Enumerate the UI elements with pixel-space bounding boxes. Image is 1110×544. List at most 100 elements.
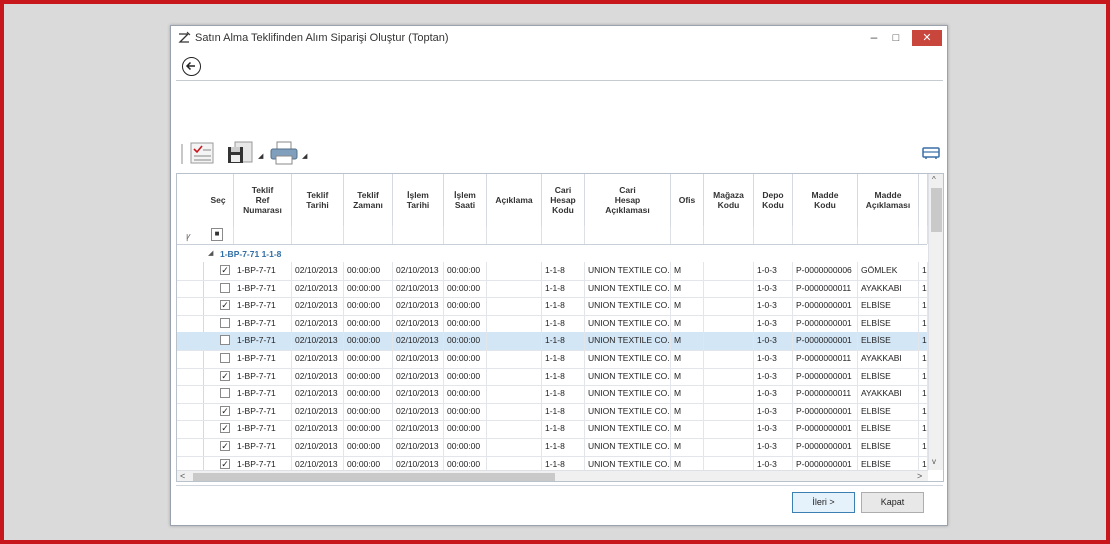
cell-tarih: 02/10/2013: [292, 385, 344, 403]
filter-cell-maddeacik[interactable]: [858, 226, 919, 244]
save-icon[interactable]: [226, 140, 254, 166]
cell-ofis: M: [671, 438, 704, 456]
filter-cell-tarih[interactable]: [292, 226, 344, 244]
row-select-checkbox[interactable]: ✓: [220, 405, 230, 416]
column-header-aciklama[interactable]: Açıklama: [487, 174, 542, 226]
vertical-scrollbar[interactable]: ^ v: [928, 174, 943, 470]
cell-itarih: 02/10/2013: [393, 385, 444, 403]
filter-cell-depo[interactable]: [754, 226, 793, 244]
close-window-button[interactable]: ✕: [912, 30, 942, 46]
column-header-cariacik[interactable]: Cari Hesap Açıklaması: [585, 174, 671, 226]
close-button[interactable]: Kapat: [861, 492, 924, 513]
table-row[interactable]: ✓ 1-BP-7-71 02/10/2013 00:00:00 02/10/2013 00…: [177, 402, 928, 422]
column-header-magaza[interactable]: Mağaza Kodu: [704, 174, 754, 226]
table-row[interactable]: 1-BP-7-71 02/10/2013 00:00:00 02/10/2013 00:…: [177, 350, 928, 369]
row-select-checkbox[interactable]: ✓: [220, 423, 230, 434]
filter-cell-magaza[interactable]: [704, 226, 754, 244]
back-button[interactable]: [182, 57, 201, 76]
row-select-checkbox[interactable]: ✓: [220, 441, 230, 451]
filter-cell-sec[interactable]: [203, 226, 234, 244]
filter-cell-itarih[interactable]: [393, 226, 444, 244]
printer-icon[interactable]: [269, 140, 299, 166]
table-row[interactable]: 1-BP-7-71 02/10/2013 00:00:00 02/10/2013 00:…: [177, 385, 928, 404]
row-select-checkbox[interactable]: [220, 335, 230, 346]
filter-cell-extra[interactable]: [919, 226, 928, 244]
column-header-zaman[interactable]: Teklif Zamanı: [344, 174, 393, 226]
print-dropdown-arrow[interactable]: ◢: [302, 152, 307, 160]
table-row[interactable]: ✓ 1-BP-7-71 02/10/2013 00:00:00 02/10/2013 00…: [177, 367, 928, 387]
horizontal-scroll-thumb[interactable]: [193, 473, 555, 481]
column-header-sec[interactable]: Seç: [203, 174, 234, 226]
table-row[interactable]: 1-BP-7-71 02/10/2013 00:00:00 02/10/2013 00:…: [177, 279, 928, 299]
filter-cell-aciklama[interactable]: [487, 226, 542, 244]
scroll-down-icon[interactable]: v: [932, 457, 936, 466]
horizontal-scrollbar[interactable]: < >: [177, 470, 928, 481]
table-row[interactable]: 1-BP-7-71 02/10/2013 00:00:00 02/10/2013 00:…: [177, 332, 928, 351]
filter-pin-icon[interactable]: ꝩ: [186, 229, 191, 242]
cell-extra: 1(: [919, 367, 928, 386]
column-header-ofis[interactable]: Ofis: [671, 174, 704, 226]
checklist-icon[interactable]: [189, 140, 215, 166]
scroll-up-icon[interactable]: ^: [932, 175, 936, 184]
cell-extra: 1(: [919, 350, 928, 368]
column-header-itarih[interactable]: İşlem Tarihi: [393, 174, 444, 226]
cell-cari: 1-1-8: [542, 262, 585, 280]
row-select-checkbox[interactable]: ✓: [220, 458, 230, 469]
cell-ofis: M: [671, 420, 704, 438]
layout-icon[interactable]: [922, 146, 940, 160]
group-row[interactable]: ◢ 1-BP-7-71 1-1-8: [177, 245, 927, 262]
filter-cell-madde[interactable]: [793, 226, 858, 244]
row-select-checkbox[interactable]: [220, 353, 230, 363]
row-select-checkbox[interactable]: [220, 282, 230, 293]
cell-ofis: M: [671, 332, 704, 350]
column-header-maddeacik[interactable]: Madde Açıklaması: [858, 174, 919, 226]
cell-zaman: 00:00:00: [344, 350, 393, 368]
filter-cell-isaat[interactable]: [444, 226, 487, 244]
scroll-left-icon[interactable]: <: [180, 471, 185, 481]
save-dropdown-arrow[interactable]: ◢: [258, 152, 263, 160]
cell-depo: 1-0-3: [754, 402, 793, 421]
vertical-scroll-thumb[interactable]: [931, 188, 942, 232]
minimize-button[interactable]: –: [863, 29, 885, 47]
filter-cell-cariacik[interactable]: [585, 226, 671, 244]
filter-cell-ref[interactable]: [234, 226, 292, 244]
column-header-isaat[interactable]: İşlem Saati: [444, 174, 487, 226]
cell-aciklama: [487, 402, 542, 421]
filter-cell-zaman[interactable]: [344, 226, 393, 244]
scroll-right-icon[interactable]: >: [917, 471, 922, 481]
cell-cariacik: UNION TEXTILE CO.: [585, 420, 671, 438]
cell-itarih: 02/10/2013: [393, 350, 444, 368]
table-row[interactable]: ✓ 1-BP-7-71 02/10/2013 00:00:00 02/10/2013 00…: [177, 438, 928, 457]
column-header-tarih[interactable]: Teklif Tarihi: [292, 174, 344, 226]
table-row[interactable]: 1-BP-7-71 02/10/2013 00:00:00 02/10/2013 00:…: [177, 314, 928, 334]
column-header-depo[interactable]: Depo Kodu: [754, 174, 793, 226]
cell-madde: P-0000000001: [793, 332, 858, 350]
row-select-checkbox[interactable]: [220, 388, 230, 399]
cell-aciklama: [487, 314, 542, 333]
filter-cell-cari[interactable]: [542, 226, 585, 244]
cell-madde: P-0000000001: [793, 402, 858, 421]
cell-extra: 1(: [919, 385, 928, 403]
maximize-button[interactable]: □: [885, 29, 907, 47]
cell-cari: 1-1-8: [542, 420, 585, 438]
cell-cari: 1-1-8: [542, 297, 585, 315]
cell-ref: 1-BP-7-71: [234, 262, 292, 280]
row-select-checkbox[interactable]: ✓: [220, 370, 230, 381]
table-row[interactable]: ✓ 1-BP-7-71 02/10/2013 00:00:00 02/10/2013 00…: [177, 297, 928, 316]
column-header-extra[interactable]: [919, 174, 928, 226]
table-row[interactable]: ✓ 1-BP-7-71 02/10/2013 00:00:00 02/10/2013 00…: [177, 262, 928, 281]
cell-zaman: 00:00:00: [344, 420, 393, 438]
cell-ofis: M: [671, 279, 704, 298]
column-header-ref[interactable]: Teklif Ref Numarası: [234, 174, 292, 226]
row-select-checkbox[interactable]: ✓: [220, 300, 230, 311]
column-header-madde[interactable]: Madde Kodu: [793, 174, 858, 226]
next-button[interactable]: İleri >: [792, 492, 855, 513]
cell-isaat: 00:00:00: [444, 279, 487, 298]
cell-extra: 1(: [919, 420, 928, 438]
filter-cell-ofis[interactable]: [671, 226, 704, 244]
table-row[interactable]: ✓ 1-BP-7-71 02/10/2013 00:00:00 02/10/2013 00…: [177, 420, 928, 439]
row-select-checkbox[interactable]: ✓: [220, 265, 230, 275]
collapse-triangle-icon[interactable]: ◢: [208, 249, 213, 257]
row-select-checkbox[interactable]: [220, 317, 230, 328]
column-header-cari[interactable]: Cari Hesap Kodu: [542, 174, 585, 226]
